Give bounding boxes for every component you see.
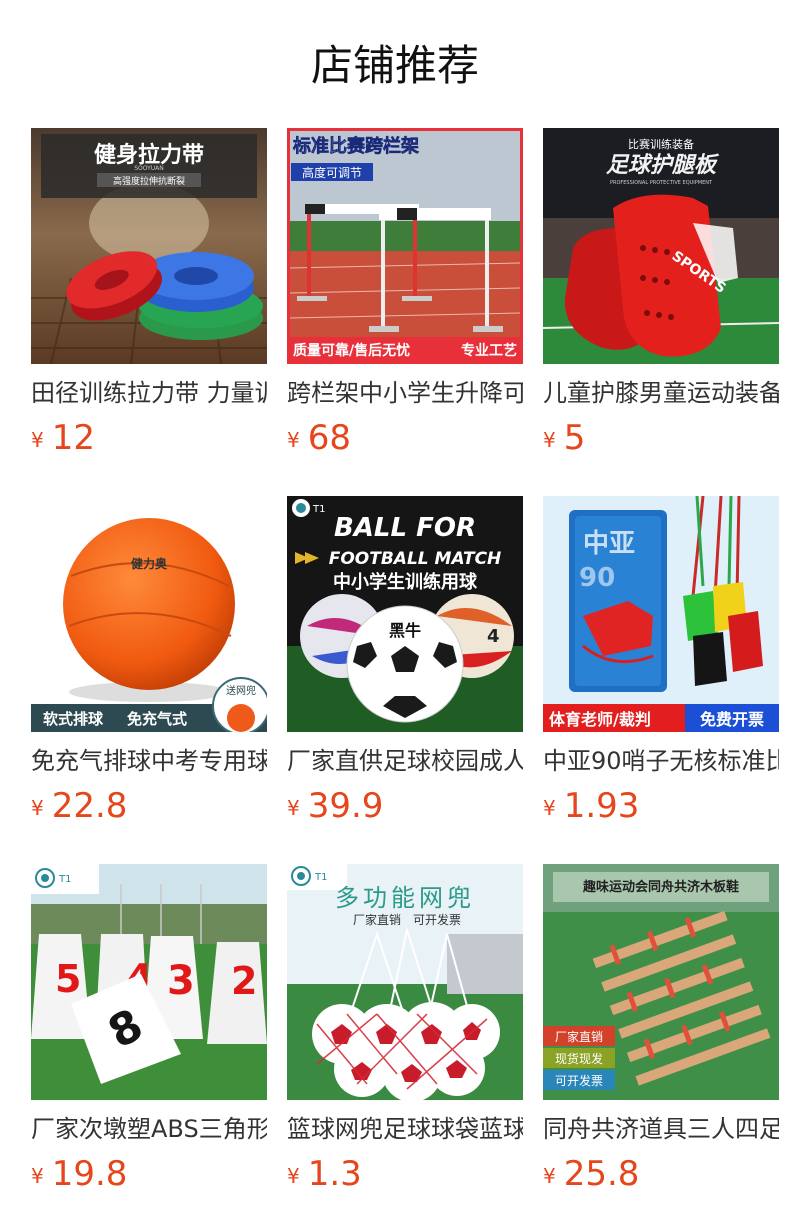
product-price: ¥1.93 (543, 784, 639, 828)
currency-symbol: ¥ (543, 428, 556, 452)
price-value: 1.93 (563, 786, 640, 826)
product-name[interactable]: 同舟共济道具三人四足 (543, 1112, 779, 1146)
product-card-resistance-band[interactable]: 健身拉力带 高强度拉伸抗断裂 SOOYUAN 田径训练拉力带 力量训练 ¥12 (31, 128, 267, 468)
image-text: 趣味运动会同舟共济木板鞋 (582, 879, 739, 895)
price-value: 22.8 (51, 786, 128, 826)
image-tag: 送网兜 (226, 684, 256, 697)
product-name[interactable]: 儿童护膝男童运动装备 (543, 376, 779, 410)
product-image-football[interactable]: T1 BALL FOR FOOTBALL MATCH 中小学生训练用球 4 黑牛 (287, 496, 523, 732)
product-name[interactable]: 跨栏架中小学生升降可调节 (287, 376, 523, 410)
product-price: ¥1.3 (287, 1152, 362, 1196)
image-number: 3 (167, 958, 195, 1004)
image-badge: 免费开票 (700, 710, 764, 729)
product-image-shin-guard[interactable]: 比赛训练装备 足球护腿板 PROFESSIONAL PROTECTIVE EQU… (543, 128, 779, 364)
currency-symbol: ¥ (543, 796, 556, 820)
product-price: ¥39.9 (287, 784, 383, 828)
image-brand-text: SOOYUAN (134, 165, 164, 172)
product-image-whistle[interactable]: 中亚 90 体育老师/裁判 免费开票 (543, 496, 779, 732)
product-card-number-cone[interactable]: T1 5 4 3 2 8 厂家次墩塑ABS三角形 ¥19.8 (31, 864, 267, 1204)
product-name[interactable]: 厂家次墩塑ABS三角形 (31, 1112, 267, 1146)
price-value: 19.8 (51, 1154, 128, 1194)
image-text: 标准比赛跨栏架 (292, 135, 419, 157)
image-logo: T1 (312, 504, 325, 515)
currency-symbol: ¥ (31, 796, 44, 820)
image-text: 中小学生训练用球 (333, 571, 478, 593)
image-brand-text: 健力奥 (131, 556, 168, 571)
image-badge: 可开发票 (555, 1073, 603, 1088)
currency-symbol: ¥ (543, 1164, 556, 1188)
image-badge: 质量可靠/售后无忧 (293, 342, 410, 359)
product-card-ball-net[interactable]: T1 多功能网兜 厂家直销 可开发票 篮球网兜足球球袋蓝球 ¥1.3 (287, 864, 523, 1204)
product-price: ¥68 (287, 416, 351, 460)
price-value: 68 (307, 418, 351, 458)
product-image-resistance-band[interactable]: 健身拉力带 高强度拉伸抗断裂 SOOYUAN (31, 128, 267, 364)
product-image-wooden-skis[interactable]: 趣味运动会同舟共济木板鞋 厂家直销 现货现发 可开发票 (543, 864, 779, 1100)
image-subtext: 高强度拉伸抗断裂 (113, 175, 185, 187)
image-logo: T1 (314, 872, 327, 883)
image-number: 2 (231, 959, 257, 1003)
image-subtext: 可开发票 (413, 912, 461, 927)
product-name[interactable]: 田径训练拉力带 力量训练 (31, 376, 267, 410)
image-subtext: 厂家直销 (353, 912, 401, 927)
currency-symbol: ¥ (287, 796, 300, 820)
image-text: FOOTBALL MATCH (329, 549, 502, 569)
image-number: 90 (579, 563, 615, 593)
currency-symbol: ¥ (31, 428, 44, 452)
image-logo: T1 (58, 874, 71, 885)
image-number: 5 (55, 957, 81, 1001)
image-badge: 软式排球 (43, 710, 104, 728)
price-value: 1.3 (307, 1154, 362, 1194)
product-card-football[interactable]: T1 BALL FOR FOOTBALL MATCH 中小学生训练用球 4 黑牛… (287, 496, 523, 836)
product-price: ¥19.8 (31, 1152, 127, 1196)
product-name[interactable]: 厂家直供足球校园成人 (287, 744, 523, 778)
product-price: ¥5 (543, 416, 585, 460)
currency-symbol: ¥ (31, 1164, 44, 1188)
product-card-volleyball[interactable]: 健力奥 软式排球 免充气式 送网兜 免充气排球中考专用球 ¥22.8 (31, 496, 267, 836)
product-name[interactable]: 免充气排球中考专用球 (31, 744, 267, 778)
product-card-whistle[interactable]: 中亚 90 体育老师/裁判 免费开票 中亚90哨子无核标准比赛 ¥1.93 (543, 496, 779, 836)
price-value: 5 (563, 418, 586, 458)
image-badge: 体育老师/裁判 (549, 710, 651, 729)
image-brand-text: 中亚 (583, 529, 635, 559)
product-image-volleyball[interactable]: 健力奥 软式排球 免充气式 送网兜 (31, 496, 267, 732)
product-name[interactable]: 篮球网兜足球球袋蓝球 (287, 1112, 523, 1146)
image-badge: 免充气式 (127, 710, 187, 728)
product-image-ball-net[interactable]: T1 多功能网兜 厂家直销 可开发票 (287, 864, 523, 1100)
product-card-hurdle[interactable]: 标准比赛跨栏架 高度可调节 质量可靠/售后无忧 专业工艺 跨栏架中小学生升降可调… (287, 128, 523, 468)
image-text: 多功能网兜 (335, 884, 475, 912)
image-number: 4 (487, 626, 500, 647)
product-card-shin-guard[interactable]: 比赛训练装备 足球护腿板 PROFESSIONAL PROTECTIVE EQU… (543, 128, 779, 468)
price-value: 39.9 (307, 786, 384, 826)
price-value: 25.8 (563, 1154, 640, 1194)
image-badge: 现货现发 (555, 1051, 603, 1066)
product-image-number-cone[interactable]: T1 5 4 3 2 8 (31, 864, 267, 1100)
image-text: 足球护腿板 (606, 153, 720, 178)
product-price: ¥25.8 (543, 1152, 639, 1196)
product-name[interactable]: 中亚90哨子无核标准比赛 (543, 744, 779, 778)
image-subtext: 高度可调节 (302, 165, 362, 180)
product-price: ¥22.8 (31, 784, 127, 828)
price-value: 12 (51, 418, 95, 458)
image-badge: 厂家直销 (555, 1029, 603, 1044)
product-card-wooden-skis[interactable]: 趣味运动会同舟共济木板鞋 厂家直销 现货现发 可开发票 同舟共济道具三人四足 ¥… (543, 864, 779, 1204)
currency-symbol: ¥ (287, 1164, 300, 1188)
image-brand-text: 黑牛 (389, 621, 421, 640)
image-text: BALL FOR (334, 513, 476, 543)
product-image-hurdle[interactable]: 标准比赛跨栏架 高度可调节 质量可靠/售后无忧 专业工艺 (287, 128, 523, 364)
product-price: ¥12 (31, 416, 95, 460)
image-brand-text: PROFESSIONAL PROTECTIVE EQUIPMENT (610, 180, 713, 186)
currency-symbol: ¥ (287, 428, 300, 452)
image-subtext: 比赛训练装备 (628, 137, 694, 151)
page-title: 店铺推荐 (310, 41, 479, 90)
image-badge: 专业工艺 (461, 342, 517, 359)
